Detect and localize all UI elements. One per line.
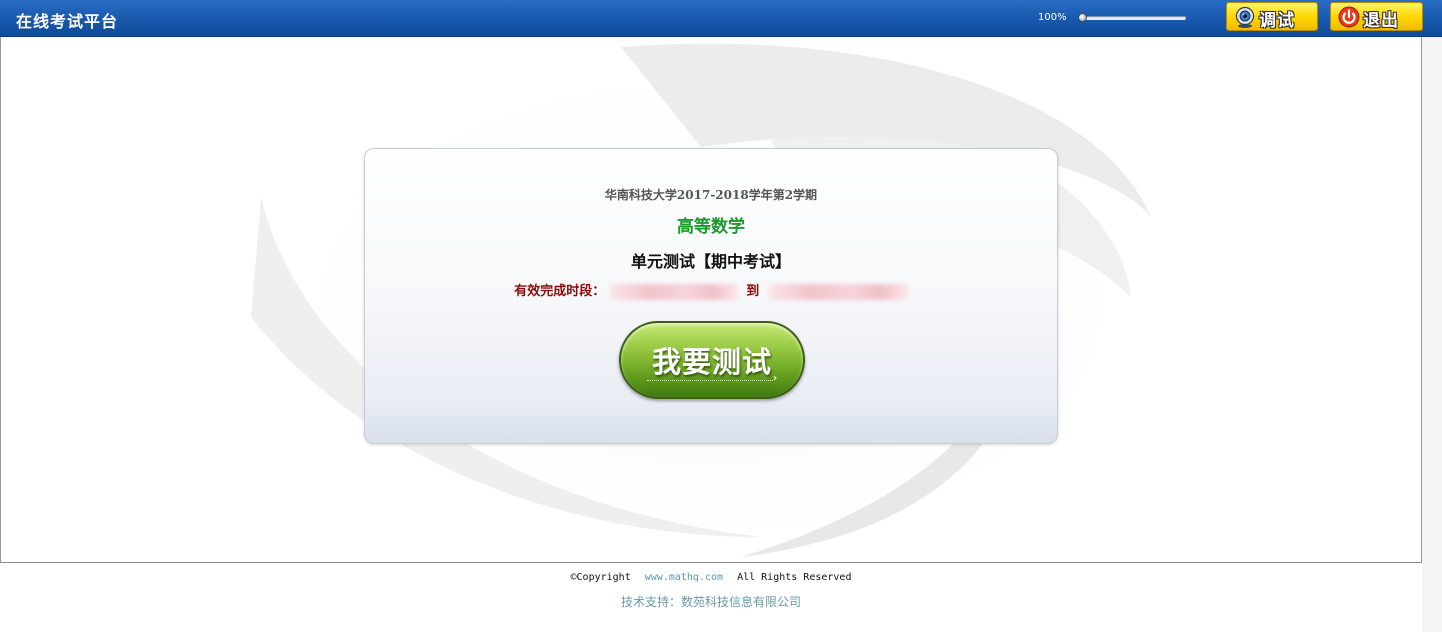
valid-period-to: 到 (746, 284, 760, 299)
zoom-slider-track[interactable] (1082, 16, 1186, 20)
zoom-label: 100% (1038, 12, 1067, 23)
exit-button-label: 退出 (1363, 11, 1399, 31)
exit-button[interactable]: 退出 (1330, 2, 1423, 31)
course-name: 高等数学 (677, 217, 745, 237)
start-date-redacted (609, 283, 738, 300)
power-icon (1338, 6, 1360, 28)
debug-button[interactable]: 调试 (1226, 2, 1318, 31)
test-name: 单元测试【期中考试】 (630, 252, 791, 271)
start-test-button[interactable]: 我要测试 › (619, 321, 805, 399)
scrollbar-gutter[interactable] (1422, 37, 1442, 632)
app-title: 在线考试平台 (16, 12, 119, 31)
zoom-slider[interactable] (1078, 13, 1186, 23)
valid-period-label: 有效完成时段： (514, 284, 606, 299)
dotted-underline (647, 380, 773, 381)
site-link[interactable]: www.mathq.com (645, 572, 723, 583)
zoom-slider-thumb[interactable] (1078, 13, 1087, 22)
semester-title: 华南科技大学2017-2018学年第2学期 (604, 188, 818, 202)
valid-period-row: 有效完成时段： 到 (365, 280, 1057, 300)
rights-text: All Rights Reserved (737, 572, 852, 583)
copyright-line: ©Copyright www.mathq.com All Rights Rese… (0, 572, 1422, 583)
webcam-icon (1235, 6, 1255, 28)
tech-support-text: 技术支持：数苑科技信息有限公司 (620, 595, 801, 609)
footer-divider (0, 562, 1422, 563)
copyright-text: ©Copyright (570, 572, 631, 583)
end-date-redacted (767, 283, 908, 300)
top-bar: 在线考试平台 100% 调试 退出 (0, 0, 1442, 37)
exam-card: 华南科技大学2017-2018学年第2学期 高等数学 单元测试【期中考试】 有效… (364, 148, 1058, 444)
debug-button-label: 调试 (1259, 11, 1295, 31)
arrow-right-icon: › (773, 373, 778, 384)
